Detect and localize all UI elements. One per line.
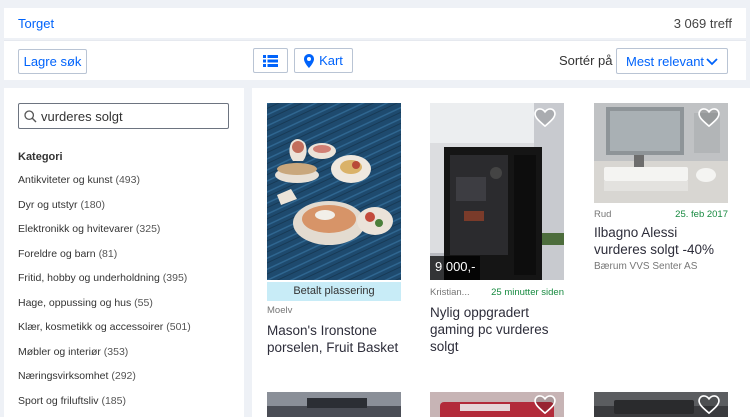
category-label: Næringsvirksomhet xyxy=(18,370,109,382)
heart-icon xyxy=(534,108,556,128)
category-item[interactable]: Klær, kosmetikk og accessoirer (501) xyxy=(18,321,191,346)
category-list: Antikviteter og kunst (493) Dyr og utsty… xyxy=(18,174,191,417)
listing-image xyxy=(267,392,401,417)
search-field[interactable] xyxy=(18,103,229,129)
favorite-button[interactable] xyxy=(534,395,556,417)
listing-location: Kristian... xyxy=(430,287,470,298)
category-count: (395) xyxy=(162,272,188,284)
sort-select[interactable]: Mest relevant xyxy=(616,48,728,74)
results-header: Torget 3 069 treff xyxy=(4,8,746,38)
category-item[interactable]: Næringsvirksomhet (292) xyxy=(18,370,191,395)
listing-meta: Kristian... 25 minutter siden xyxy=(430,287,564,298)
category-label: Dyr og utstyr xyxy=(18,198,78,211)
map-label: Kart xyxy=(319,53,343,68)
search-input[interactable] xyxy=(41,108,221,124)
listing-meta: Moelv xyxy=(267,305,401,316)
listing-title[interactable]: Nylig oppgradert gaming pc vurderes solg… xyxy=(430,304,564,355)
category-label: Foreldre og barn xyxy=(18,247,96,260)
listing-title[interactable]: Mason's Ironstone porselen, Fruit Basket xyxy=(267,322,401,356)
category-label: Elektronikk og hvitevarer xyxy=(18,223,133,235)
heart-icon xyxy=(534,395,556,415)
listing-location: Rud xyxy=(594,209,612,220)
filter-sidebar: Kategori Antikviteter og kunst (493) Dyr… xyxy=(4,88,244,417)
listing-card[interactable] xyxy=(594,392,728,417)
chevron-down-icon xyxy=(706,58,718,66)
listing-price: 9 000,- xyxy=(430,256,481,280)
listing-title[interactable]: Ilbagno Alessi vurderes solgt -40% xyxy=(594,224,728,258)
favorite-button[interactable] xyxy=(534,108,556,132)
category-item[interactable]: Møbler og interiør (353) xyxy=(18,346,191,371)
heart-icon xyxy=(698,108,720,128)
list-icon xyxy=(263,54,278,67)
category-count: (353) xyxy=(103,345,129,358)
listing-time: 25 minutter siden xyxy=(491,287,564,298)
category-count: (81) xyxy=(98,247,118,260)
category-heading: Kategori xyxy=(18,151,63,163)
listing-card[interactable]: Betalt plassering Moelv Mason's Ironston… xyxy=(267,103,401,356)
category-item[interactable]: Sport og friluftsliv (185) xyxy=(18,395,191,417)
category-count: (55) xyxy=(134,296,153,309)
save-search-button[interactable]: Lagre søk xyxy=(18,49,87,74)
category-label: Antikviteter og kunst xyxy=(18,174,113,186)
list-view-button[interactable] xyxy=(253,48,288,73)
listing-image[interactable] xyxy=(594,103,728,203)
category-item[interactable]: Hage, oppussing og hus (55) xyxy=(18,297,191,322)
listing-seller: Bærum VVS Senter AS xyxy=(594,261,698,272)
map-pin-icon xyxy=(304,53,315,68)
category-item[interactable]: Elektronikk og hvitevarer (325) xyxy=(18,223,191,248)
category-count: (501) xyxy=(166,321,191,333)
listing-meta: Rud 25. feb 2017 xyxy=(594,209,728,220)
favorite-button[interactable] xyxy=(698,395,720,417)
listing-time: 25. feb 2017 xyxy=(675,209,728,220)
heart-icon xyxy=(698,395,720,415)
listing-image[interactable]: 9 000,- xyxy=(430,103,564,280)
breadcrumb-torget[interactable]: Torget xyxy=(18,16,54,31)
paid-placement-badge: Betalt plassering xyxy=(267,282,401,301)
toolbar: Lagre søk Kart Sortér på Mest relevant xyxy=(4,40,746,80)
sort-label: Sortér på xyxy=(559,53,613,68)
listing-card[interactable] xyxy=(267,392,401,417)
listing-card[interactable] xyxy=(430,392,564,417)
category-label: Sport og friluftsliv xyxy=(18,394,99,407)
category-item[interactable]: Foreldre og barn (81) xyxy=(18,248,191,273)
category-label: Møbler og interiør xyxy=(18,345,101,358)
listing-card[interactable]: 9 000,- Kristian... 25 minutter siden Ny… xyxy=(430,103,564,355)
category-count: (493) xyxy=(115,174,140,186)
category-label: Fritid, hobby og underholdning xyxy=(18,272,160,284)
sort-value: Mest relevant xyxy=(626,53,705,69)
results-grid: Betalt plassering Moelv Mason's Ironston… xyxy=(252,88,750,417)
porcelain-photo xyxy=(267,103,401,280)
category-label: Klær, kosmetikk og accessoirer xyxy=(18,321,164,333)
search-icon xyxy=(24,109,37,122)
listing-location: Moelv xyxy=(267,305,293,316)
listing-image[interactable] xyxy=(267,103,401,280)
save-search-label: Lagre søk xyxy=(23,54,82,69)
favorite-button[interactable] xyxy=(698,108,720,132)
category-count: (325) xyxy=(135,223,161,235)
listing-card[interactable]: Rud 25. feb 2017 Ilbagno Alessi vurderes… xyxy=(594,103,728,272)
category-item[interactable]: Antikviteter og kunst (493) xyxy=(18,174,191,199)
map-button[interactable]: Kart xyxy=(294,48,353,73)
category-count: (185) xyxy=(101,394,126,407)
category-item[interactable]: Dyr og utstyr (180) xyxy=(18,199,191,224)
category-count: (180) xyxy=(80,198,105,211)
result-count: 3 069 treff xyxy=(673,15,732,31)
category-label: Hage, oppussing og hus xyxy=(18,296,132,309)
category-item[interactable]: Fritid, hobby og underholdning (395) xyxy=(18,272,191,297)
category-count: (292) xyxy=(111,370,136,382)
